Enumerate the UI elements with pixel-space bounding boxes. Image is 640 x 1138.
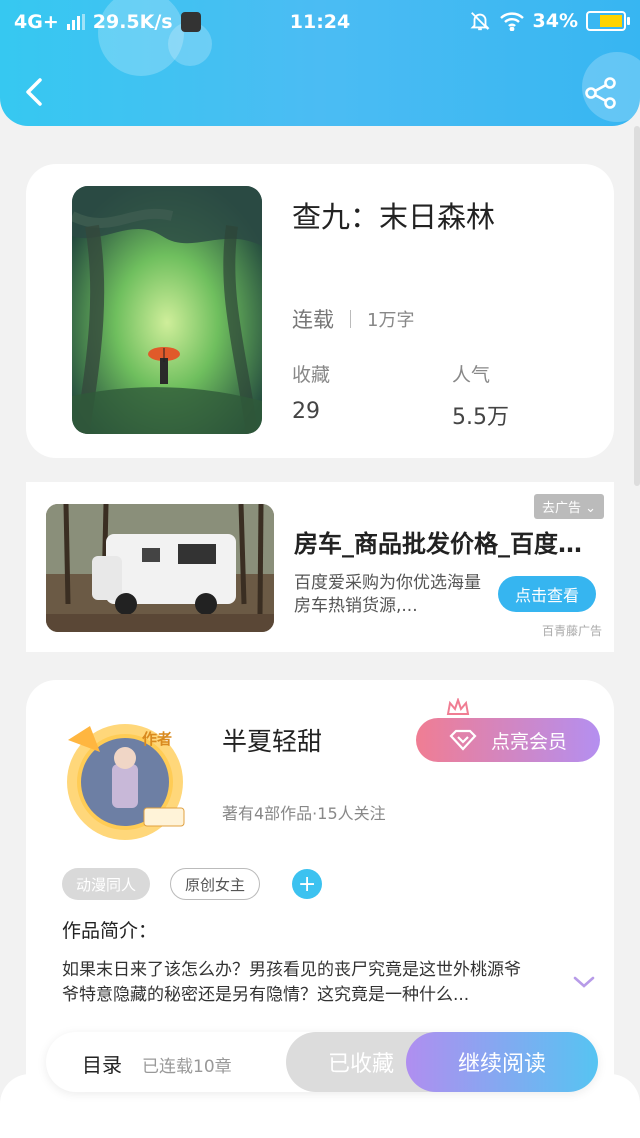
author-badge: 作者 xyxy=(142,730,173,748)
popularity-value: 5.5万 xyxy=(452,405,509,430)
bottom-action-bar: 目录 已连载10章 已收藏 继续阅读 xyxy=(46,1032,598,1092)
author-avatar[interactable]: 作者 xyxy=(50,712,200,844)
popularity-stat: 人气 5.5万 xyxy=(452,360,509,431)
word-count: 1万字 xyxy=(367,310,415,331)
status-bar: 4G+ 29.5K/s 11:24 34% xyxy=(0,0,640,44)
book-meta: 连载 1万字 xyxy=(292,304,414,334)
forest-cover-art xyxy=(72,186,262,434)
favorites-label: 收藏 xyxy=(292,364,331,386)
book-title: 查九：末日森林 xyxy=(292,200,496,234)
diamond-icon xyxy=(449,729,477,751)
tag-original-heroine[interactable]: 原创女主 xyxy=(170,868,261,900)
tag-list: 动漫同人 原创女主 + xyxy=(62,868,323,900)
intro-label: 作品简介： xyxy=(62,920,158,942)
ad-view-button[interactable]: 点击查看 xyxy=(498,576,596,612)
author-stats: 著有4部作品·15人关注 xyxy=(222,804,386,823)
battery-icon xyxy=(586,11,630,31)
wifi-icon xyxy=(499,12,524,31)
favorites-value: 29 xyxy=(292,399,320,424)
remove-ad-label: 去广告 xyxy=(541,501,581,516)
back-icon[interactable] xyxy=(18,74,54,110)
toc-button[interactable]: 目录 xyxy=(82,1049,122,1078)
vip-button-label: 点亮会员 xyxy=(490,730,567,753)
ad-description: 百度爱采购为你优选海量房车热销货源,... xyxy=(294,573,481,616)
ad-source: 百青藤广告 xyxy=(541,624,602,638)
book-info-card: 查九：末日森林 连载 1万字 收藏 29 人气 5.5万 xyxy=(26,164,614,458)
ad-title: 房车_商品批发价格_百度... xyxy=(294,530,584,558)
scrollbar[interactable] xyxy=(634,126,640,486)
header-bar: 4G+ 29.5K/s 11:24 34% xyxy=(0,0,640,126)
activate-vip-button[interactable]: 点亮会员 xyxy=(416,718,600,762)
author-name[interactable]: 半夏轻甜 xyxy=(222,722,322,758)
divider xyxy=(350,310,351,328)
chevron-down-icon[interactable] xyxy=(572,974,596,990)
chapter-count[interactable]: 已连载10章 xyxy=(142,1052,232,1077)
mute-bell-icon xyxy=(469,12,490,31)
add-tag-button[interactable]: + xyxy=(292,869,323,899)
crown-icon xyxy=(446,698,470,715)
battery-percent: 34% xyxy=(532,10,578,32)
popularity-label: 人气 xyxy=(452,364,491,386)
ad-image[interactable] xyxy=(46,504,274,632)
share-icon[interactable] xyxy=(584,76,618,110)
ad-banner[interactable]: 去广告 ⌄ 房车_商品批发价格_百度... 百度爱采购为你优选海量房车热销货源,… xyxy=(26,482,614,652)
intro-text: 如果末日来了该怎么办？男孩看见的丧尸究竟是这世外桃源爷爷特意隐藏的秘密还是另有隐… xyxy=(62,960,521,1005)
rv-image xyxy=(46,504,274,632)
book-cover[interactable] xyxy=(72,186,262,434)
serial-status: 连载 xyxy=(292,308,334,332)
tag-fanfiction[interactable]: 动漫同人 xyxy=(62,868,151,900)
remove-ad-button[interactable]: 去广告 ⌄ xyxy=(533,494,604,519)
favorites-stat: 收藏 29 xyxy=(292,360,330,424)
continue-reading-button[interactable]: 继续阅读 xyxy=(406,1032,598,1092)
